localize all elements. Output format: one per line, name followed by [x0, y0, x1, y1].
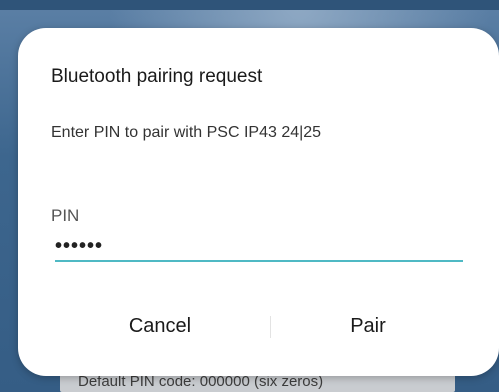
pairing-dialog: Bluetooth pairing request Enter PIN to p… [18, 28, 499, 376]
pin-field-label: PIN [51, 206, 80, 225]
dialog-actions: Cancel Pair [18, 306, 499, 346]
dialog-title: Bluetooth pairing request [51, 66, 263, 87]
cancel-button[interactable]: Cancel [60, 306, 260, 346]
status-bar-strip [0, 0, 499, 10]
dialog-message: Enter PIN to pair with PSC IP43 24|25 [51, 124, 322, 141]
pin-input[interactable] [55, 232, 463, 262]
pair-button[interactable]: Pair [268, 306, 468, 346]
